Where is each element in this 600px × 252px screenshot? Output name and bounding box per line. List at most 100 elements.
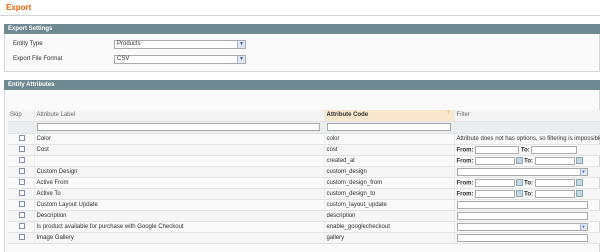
sort-arrow-icon: ↑ [446,110,450,116]
skip-cell [8,199,35,211]
attribute-label-cell: Is product available for purchase with G… [34,221,325,233]
entity-type-value: Products [117,41,141,47]
range-to-input[interactable] [531,145,578,154]
attribute-label-cell: Description [34,210,325,222]
table-row: Image Gallery gallery [8,232,600,244]
filter-input[interactable] [456,200,588,209]
skip-checkbox[interactable] [19,212,25,219]
calendar-icon[interactable] [575,157,583,164]
from-label: From: [456,180,474,187]
table-row: Active To custom_design_to From: To: [8,188,600,200]
calendar-icon[interactable] [516,157,524,164]
date-to-input[interactable] [534,178,575,187]
skip-checkbox[interactable] [19,201,25,208]
attribute-code-cell: gallery [324,232,455,244]
attribute-code-cell: color [324,133,455,145]
from-label: From: [456,158,474,165]
date-from-input[interactable] [475,189,516,198]
file-format-value: CSV [117,56,130,62]
skip-checkbox[interactable] [19,223,25,230]
filter-cell [454,210,600,222]
chevron-down-icon: ▼ [237,56,245,63]
calendar-icon[interactable] [575,190,583,197]
attribute-code-cell: custom_layout_update [324,199,455,211]
attribute-label-cell: Image Gallery [34,232,325,244]
file-format-select[interactable]: CSV ▼ [114,55,246,64]
to-label: To: [520,147,530,154]
filter-cell-label [34,121,325,134]
column-header-attribute-code[interactable]: Attribute Code ↑ [324,110,455,122]
skip-cell [8,188,35,200]
skip-checkbox[interactable] [19,234,25,241]
export-settings-panel: Entity Type Products ▼ Export File Forma… [4,34,600,72]
attribute-code-cell: enable_googlecheckout [324,221,455,233]
to-label: To: [524,180,534,187]
attributes-grid: Skip Attribute Label Attribute Code ↑ Fi… [8,110,600,244]
chevron-down-icon: ▼ [579,223,587,230]
filter-cell: From: To: [454,177,600,189]
entity-type-select[interactable]: Products ▼ [114,40,246,49]
date-from-input[interactable] [475,156,516,165]
skip-cell [8,177,35,189]
attribute-label-cell: Custom Layout Update [34,199,325,211]
filter-cell: ▼ [454,221,600,233]
range-from-input[interactable] [475,145,520,154]
date-from-input[interactable] [475,178,516,187]
filter-input[interactable] [456,233,588,242]
skip-cell [8,144,35,156]
table-row: Description description [8,210,600,222]
filter-select[interactable]: ▼ [456,222,588,231]
entity-attributes-header: Entity Attributes [4,80,600,90]
table-row: Is product available for purchase with G… [8,221,600,233]
skip-cell [8,155,35,167]
attribute-code-cell: cost [324,144,455,156]
to-label: To: [524,191,534,198]
table-row: Color color Attribute does not has options… [8,133,600,145]
skip-checkbox[interactable] [19,179,25,186]
skip-checkbox[interactable] [19,190,25,197]
calendar-icon[interactable] [575,179,583,186]
skip-cell [8,221,35,233]
attribute-code-cell: custom_design [324,166,455,178]
export-settings-header: Export Settings [4,24,600,34]
attribute-label-cell: Cost [34,144,325,156]
filter-cell: From: To: [454,144,600,156]
column-header-skip[interactable]: Skip [8,110,35,122]
filter-cell-filter [454,121,600,134]
attribute-code-cell: custom_design_to [324,188,455,200]
calendar-icon[interactable] [516,190,524,197]
table-row: created_at From: To: [8,155,600,167]
filter-cell: From: To: [454,155,600,167]
filter-cell-skip [8,121,35,134]
chevron-down-icon: ▼ [579,168,587,175]
to-label: To: [524,158,534,165]
table-row: Cost cost From: To: [8,144,600,156]
date-to-input[interactable] [534,156,575,165]
filter-message: Attribute does not has options, so filte… [456,135,600,142]
filter-cell: Attribute does not has options, so filte… [454,133,600,145]
skip-checkbox[interactable] [19,168,25,175]
attribute-label-cell: Active To [34,188,325,200]
column-header-filter[interactable]: Filter [454,110,600,122]
filter-select[interactable]: ▼ [456,167,588,176]
filter-input[interactable] [456,211,588,220]
attribute-label-filter-input[interactable] [36,123,320,131]
filter-cell: ▼ [454,166,600,178]
table-row: Custom Design custom_design ▼ [8,166,600,178]
skip-checkbox[interactable] [19,157,25,164]
filter-cell-code [324,121,455,134]
calendar-icon[interactable] [516,179,524,186]
entity-type-label: Entity Type [13,41,43,47]
attribute-code-cell: description [324,210,455,222]
skip-cell [8,210,35,222]
title-divider [0,15,600,16]
attribute-label-cell [34,155,325,167]
attribute-label-cell: Custom Design [34,166,325,178]
column-header-attribute-code-label: Attribute Code [326,112,369,119]
column-header-attribute-label[interactable]: Attribute Label [34,110,325,122]
skip-checkbox[interactable] [19,135,25,142]
attribute-code-filter-input[interactable] [326,123,451,131]
skip-checkbox[interactable] [19,146,25,153]
date-to-input[interactable] [534,189,575,198]
from-label: From: [456,191,474,198]
